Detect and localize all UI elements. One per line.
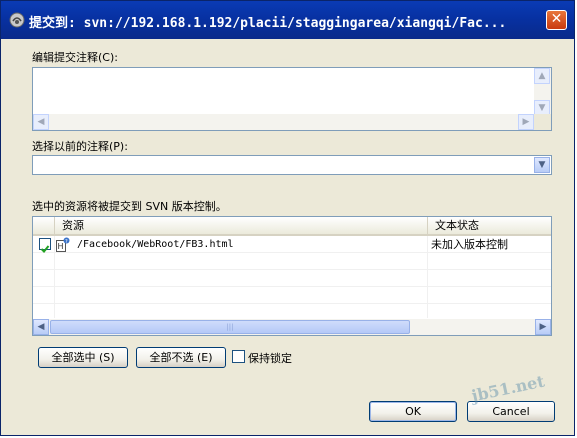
keep-locks-label[interactable]: 保持锁定 — [248, 350, 292, 366]
message-label-suffix: : — [114, 51, 118, 64]
scroll-right-icon[interactable]: ▶ — [518, 114, 534, 130]
message-label-hotkey: (C) — [98, 51, 115, 64]
html-file-icon: H ? — [56, 237, 70, 252]
message-label-text: 编辑提交注释 — [32, 51, 98, 64]
resource-list[interactable]: 资源 文本状态 H ? /Facebook/WebRoot/FB3.html 未… — [32, 216, 552, 336]
scroll-up-icon[interactable]: ▲ — [534, 68, 550, 84]
ok-button[interactable]: OK — [369, 401, 457, 422]
table-row[interactable]: H ? /Facebook/WebRoot/FB3.html 未加入版本控制 — [33, 236, 551, 253]
column-header-resource[interactable]: 资源 — [55, 217, 428, 234]
row-checkbox[interactable] — [39, 238, 51, 253]
scroll-right-icon[interactable]: ▶ — [535, 319, 551, 335]
select-all-button[interactable]: 全部选中 (S) — [38, 347, 128, 368]
window-title: 提交到: svn://192.168.1.192/placii/stagging… — [29, 16, 507, 31]
previous-label-text: 选择以前的注释 — [32, 140, 109, 153]
resource-list-horizontal-scrollbar[interactable]: ◀ ||| ▶ — [33, 319, 551, 335]
close-button[interactable]: ✕ — [546, 10, 567, 30]
scroll-thumb[interactable]: ||| — [50, 320, 410, 334]
commit-message-textarea[interactable]: ▲ ▼ ◀ ▶ — [32, 67, 552, 131]
table-row — [33, 287, 551, 304]
table-row — [33, 253, 551, 270]
resource-list-header: 资源 文本状态 — [33, 217, 551, 236]
column-header-check[interactable] — [33, 217, 55, 234]
chevron-down-icon[interactable]: ▼ — [534, 157, 550, 173]
svg-text:?: ? — [65, 239, 68, 245]
dialog-body: 编辑提交注释(C): ▲ ▼ ◀ ▶ 选择以前的注释(P): ▼ 选中的资源将被… — [1, 39, 574, 435]
previous-label-hotkey: (P) — [109, 140, 125, 153]
commit-dialog: 提交到: svn://192.168.1.192/placii/stagging… — [0, 0, 575, 436]
message-label: 编辑提交注释(C): — [32, 49, 118, 65]
previous-messages-label: 选择以前的注释(P): — [32, 138, 128, 154]
scrollbar-corner — [534, 114, 551, 130]
message-vertical-scrollbar[interactable]: ▲ ▼ — [534, 68, 551, 116]
subversion-icon — [9, 12, 25, 28]
table-row — [33, 270, 551, 287]
title-bar[interactable]: 提交到: svn://192.168.1.192/placii/stagging… — [1, 1, 574, 39]
message-horizontal-scrollbar[interactable]: ◀ ▶ — [33, 114, 534, 130]
previous-label-suffix: : — [124, 140, 128, 153]
close-icon: ✕ — [550, 11, 563, 27]
column-header-text-status[interactable]: 文本状态 — [428, 217, 551, 234]
scroll-thumb-grip: ||| — [226, 323, 234, 331]
previous-messages-dropdown[interactable]: ▼ — [32, 155, 552, 175]
cancel-button[interactable]: Cancel — [467, 401, 555, 422]
svg-text:H: H — [58, 242, 64, 251]
resources-caption: 选中的资源将被提交到 SVN 版本控制。 — [32, 200, 227, 213]
resource-path: /Facebook/WebRoot/FB3.html — [77, 239, 234, 250]
text-status: 未加入版本控制 — [431, 238, 508, 251]
scroll-left-icon[interactable]: ◀ — [33, 319, 49, 335]
deselect-all-button[interactable]: 全部不选 (E) — [136, 347, 226, 368]
keep-locks-checkbox[interactable] — [232, 350, 245, 363]
scroll-left-icon[interactable]: ◀ — [33, 114, 49, 130]
